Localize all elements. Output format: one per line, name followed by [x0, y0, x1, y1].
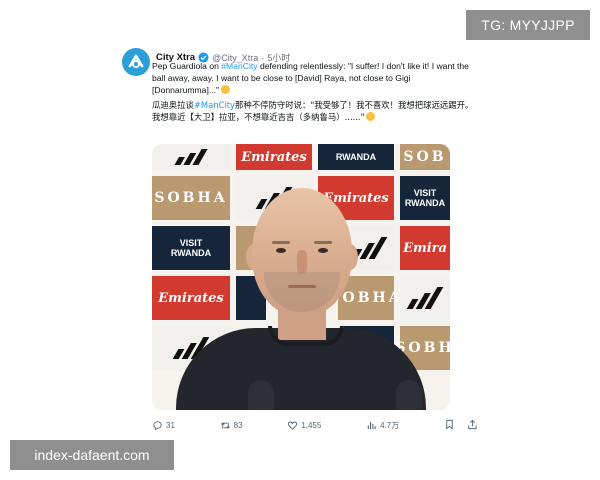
person-portrait — [152, 144, 450, 410]
share-icon — [468, 419, 477, 429]
retweet-count: 83 — [233, 420, 243, 430]
reply-icon — [153, 420, 162, 431]
share-button[interactable] — [467, 419, 478, 432]
tweet-photo[interactable]: Emirates RWANDA SOB SOBHA Emirates VISIT… — [152, 144, 450, 410]
left-eye — [276, 248, 286, 253]
like-icon — [288, 421, 298, 430]
city-xtra-logo-icon — [128, 54, 144, 68]
microphone — [396, 380, 422, 410]
reply-count: 31 — [166, 420, 175, 430]
hashtag-mancity[interactable]: #ManCity — [221, 61, 257, 71]
tweet-body: Pep Guardiola on #ManCity defending rele… — [152, 60, 478, 126]
english-text-part-1: Pep Guardiola on — [152, 61, 222, 71]
tweet-card[interactable]: City Xtra @City_Xtra · 5小时 Pep Guardiola… — [118, 40, 482, 438]
chinese-text: 瓜迪奥拉谈#ManCity那种不停防守时说："我受够了！我不喜欢！我想把球远远踢… — [152, 99, 478, 123]
like-count: 1,455 — [301, 420, 322, 430]
site-watermark: index-dafaent.com — [10, 440, 174, 470]
bookmark-icon — [446, 419, 453, 430]
views-button[interactable]: 4.7万 — [366, 420, 399, 431]
mouth — [288, 285, 316, 288]
english-text: Pep Guardiola on #ManCity defending rele… — [152, 60, 478, 96]
right-brow — [314, 241, 332, 244]
like-button[interactable]: 1,455 — [287, 420, 321, 431]
hashtag-mancity-cn[interactable]: #ManCity — [194, 100, 235, 110]
retweet-icon — [220, 421, 230, 429]
avatar[interactable] — [122, 48, 150, 76]
right-eye — [318, 248, 328, 253]
bookmark-button[interactable] — [444, 419, 455, 432]
nose — [297, 250, 307, 274]
sad-emoji-icon — [366, 112, 376, 121]
tweet-actions: 31 83 1,455 4.7万 — [152, 418, 478, 432]
retweet-button[interactable]: 83 — [220, 420, 243, 431]
left-brow — [272, 241, 290, 244]
views-icon — [367, 421, 376, 429]
tweet-actions-end — [444, 419, 478, 432]
microphone — [248, 380, 274, 410]
reply-button[interactable]: 31 — [152, 420, 175, 431]
telegram-watermark: TG: MYYJJPP — [466, 10, 590, 40]
views-count: 4.7万 — [380, 420, 400, 430]
sweater-collar — [268, 326, 344, 346]
sad-emoji-icon — [221, 85, 231, 94]
chinese-text-part-1: 瓜迪奥拉谈 — [152, 100, 194, 110]
